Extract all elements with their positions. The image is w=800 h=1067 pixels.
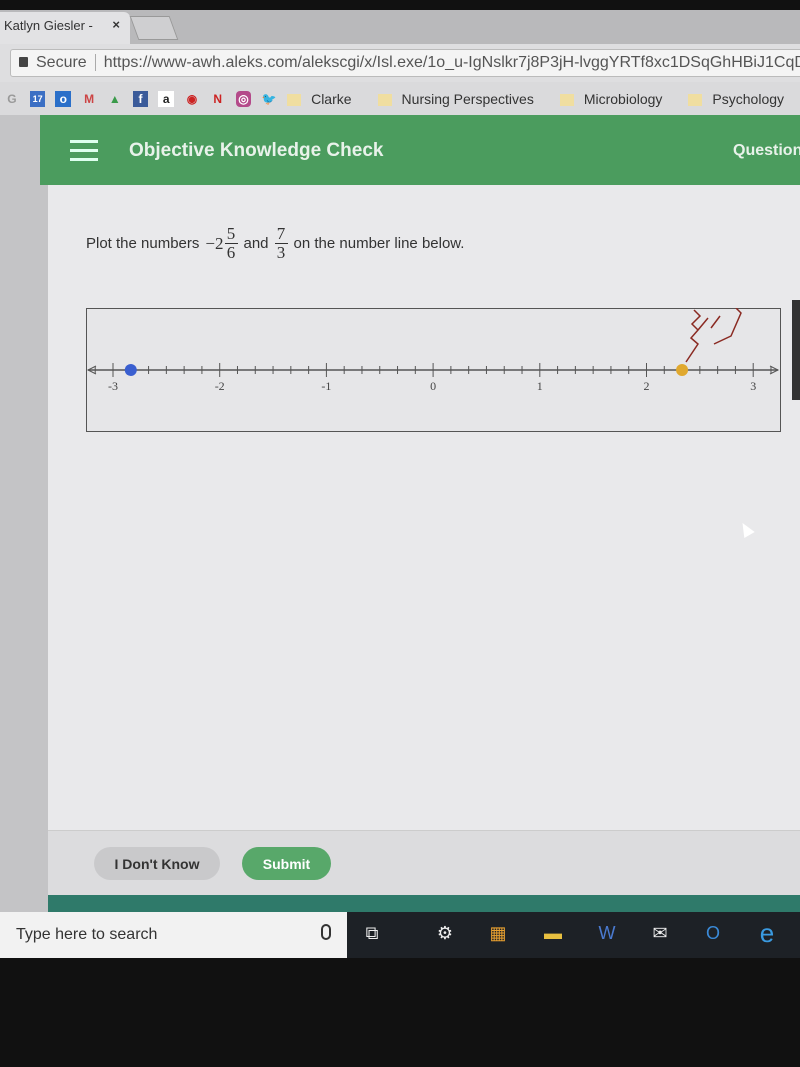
dont-know-button[interactable]: I Don't Know [94,847,220,880]
new-tab-button[interactable] [129,16,179,40]
submit-button[interactable]: Submit [242,847,331,880]
file-explorer-icon[interactable]: ▬ [538,918,568,948]
facebook-icon[interactable]: f [132,90,149,107]
tick-label: 2 [644,379,650,393]
twitter-icon[interactable]: 🐦 [261,91,277,107]
close-tab-icon[interactable]: × [112,17,120,32]
bookmark-folder-micro[interactable]: Microbiology [559,91,662,107]
folder-icon [287,93,302,106]
plotted-point[interactable] [676,364,689,376]
hand-pointer-icon [685,308,742,363]
store-icon[interactable]: ▦ [483,918,513,948]
fraction-1: 56 [224,225,238,262]
footer-bar [48,895,800,912]
mail-icon[interactable]: ✉ [645,918,675,948]
question-text: Plot the numbers −2 56 and 73 on the num… [86,225,464,262]
folder-icon [377,93,392,106]
page-title: Objective Knowledge Check [129,140,384,161]
mixed-number-whole: −2 [205,233,224,253]
tick-label: 1 [537,379,543,393]
page-margin [0,115,48,912]
word-icon[interactable]: W [592,918,622,948]
secure-label: Secure [36,54,96,71]
gmail-icon[interactable]: M [81,91,97,107]
bookmark-folder-clarke[interactable]: Clarke [287,91,352,107]
question-link[interactable]: Question [733,142,800,160]
folder-icon [688,93,703,106]
connector: and [243,235,269,252]
number-line[interactable]: -3 -2 -1 0 1 2 3 [86,308,781,432]
tick-label: 3 [750,379,756,393]
folder-icon [559,93,574,106]
google-icon[interactable]: G [4,91,20,107]
fraction-2: 73 [274,225,288,262]
outlook-icon[interactable]: o [55,90,72,107]
instagram-icon[interactable]: ◎ [235,90,252,107]
url-text: https://www-awh.aleks.com/alekscgi/x/Isl… [103,54,800,71]
edge-icon[interactable]: e [752,918,782,948]
plotted-point[interactable] [124,364,137,376]
address-bar[interactable]: Secure https://www-awh.aleks.com/alekscgi… [10,49,800,77]
microphone-icon[interactable] [321,924,331,940]
lock-icon [19,57,28,67]
tick-label: -3 [108,379,118,393]
browser-tab[interactable]: Katlyn Giesler - × [0,12,130,44]
task-view-icon[interactable]: ⧉ [357,918,387,948]
menu-icon[interactable] [70,140,98,164]
tick-label: -1 [321,379,331,393]
taskbar-search[interactable]: Type here to search [0,912,347,958]
bookmark-folder-psych[interactable]: Psychology [688,91,784,107]
side-tab[interactable] [792,300,800,400]
tick-label: -2 [215,379,225,393]
amazon-icon[interactable]: a [158,90,175,107]
calendar-icon[interactable]: 17 [29,90,46,107]
bookmarks-bar: G 17 o M ▲ f a ◉ N ◎ 🐦 Clarke Nursing Pe… [0,82,800,115]
search-placeholder: Type here to search [16,926,158,943]
main-content [48,185,800,830]
netflix-icon[interactable]: N [210,91,226,107]
question-suffix: on the number line below. [293,235,465,252]
bookmark-folder-nursing[interactable]: Nursing Perspectives [377,91,534,107]
question-prefix: Plot the numbers [86,235,200,252]
target-icon[interactable]: ◉ [184,91,200,107]
drive-icon[interactable]: ▲ [107,91,123,107]
tick-label: 0 [430,379,436,393]
tab-title: Katlyn Giesler - [4,18,93,33]
settings-icon[interactable]: ⚙ [430,918,460,948]
outlook-taskbar-icon[interactable]: O [698,918,728,948]
